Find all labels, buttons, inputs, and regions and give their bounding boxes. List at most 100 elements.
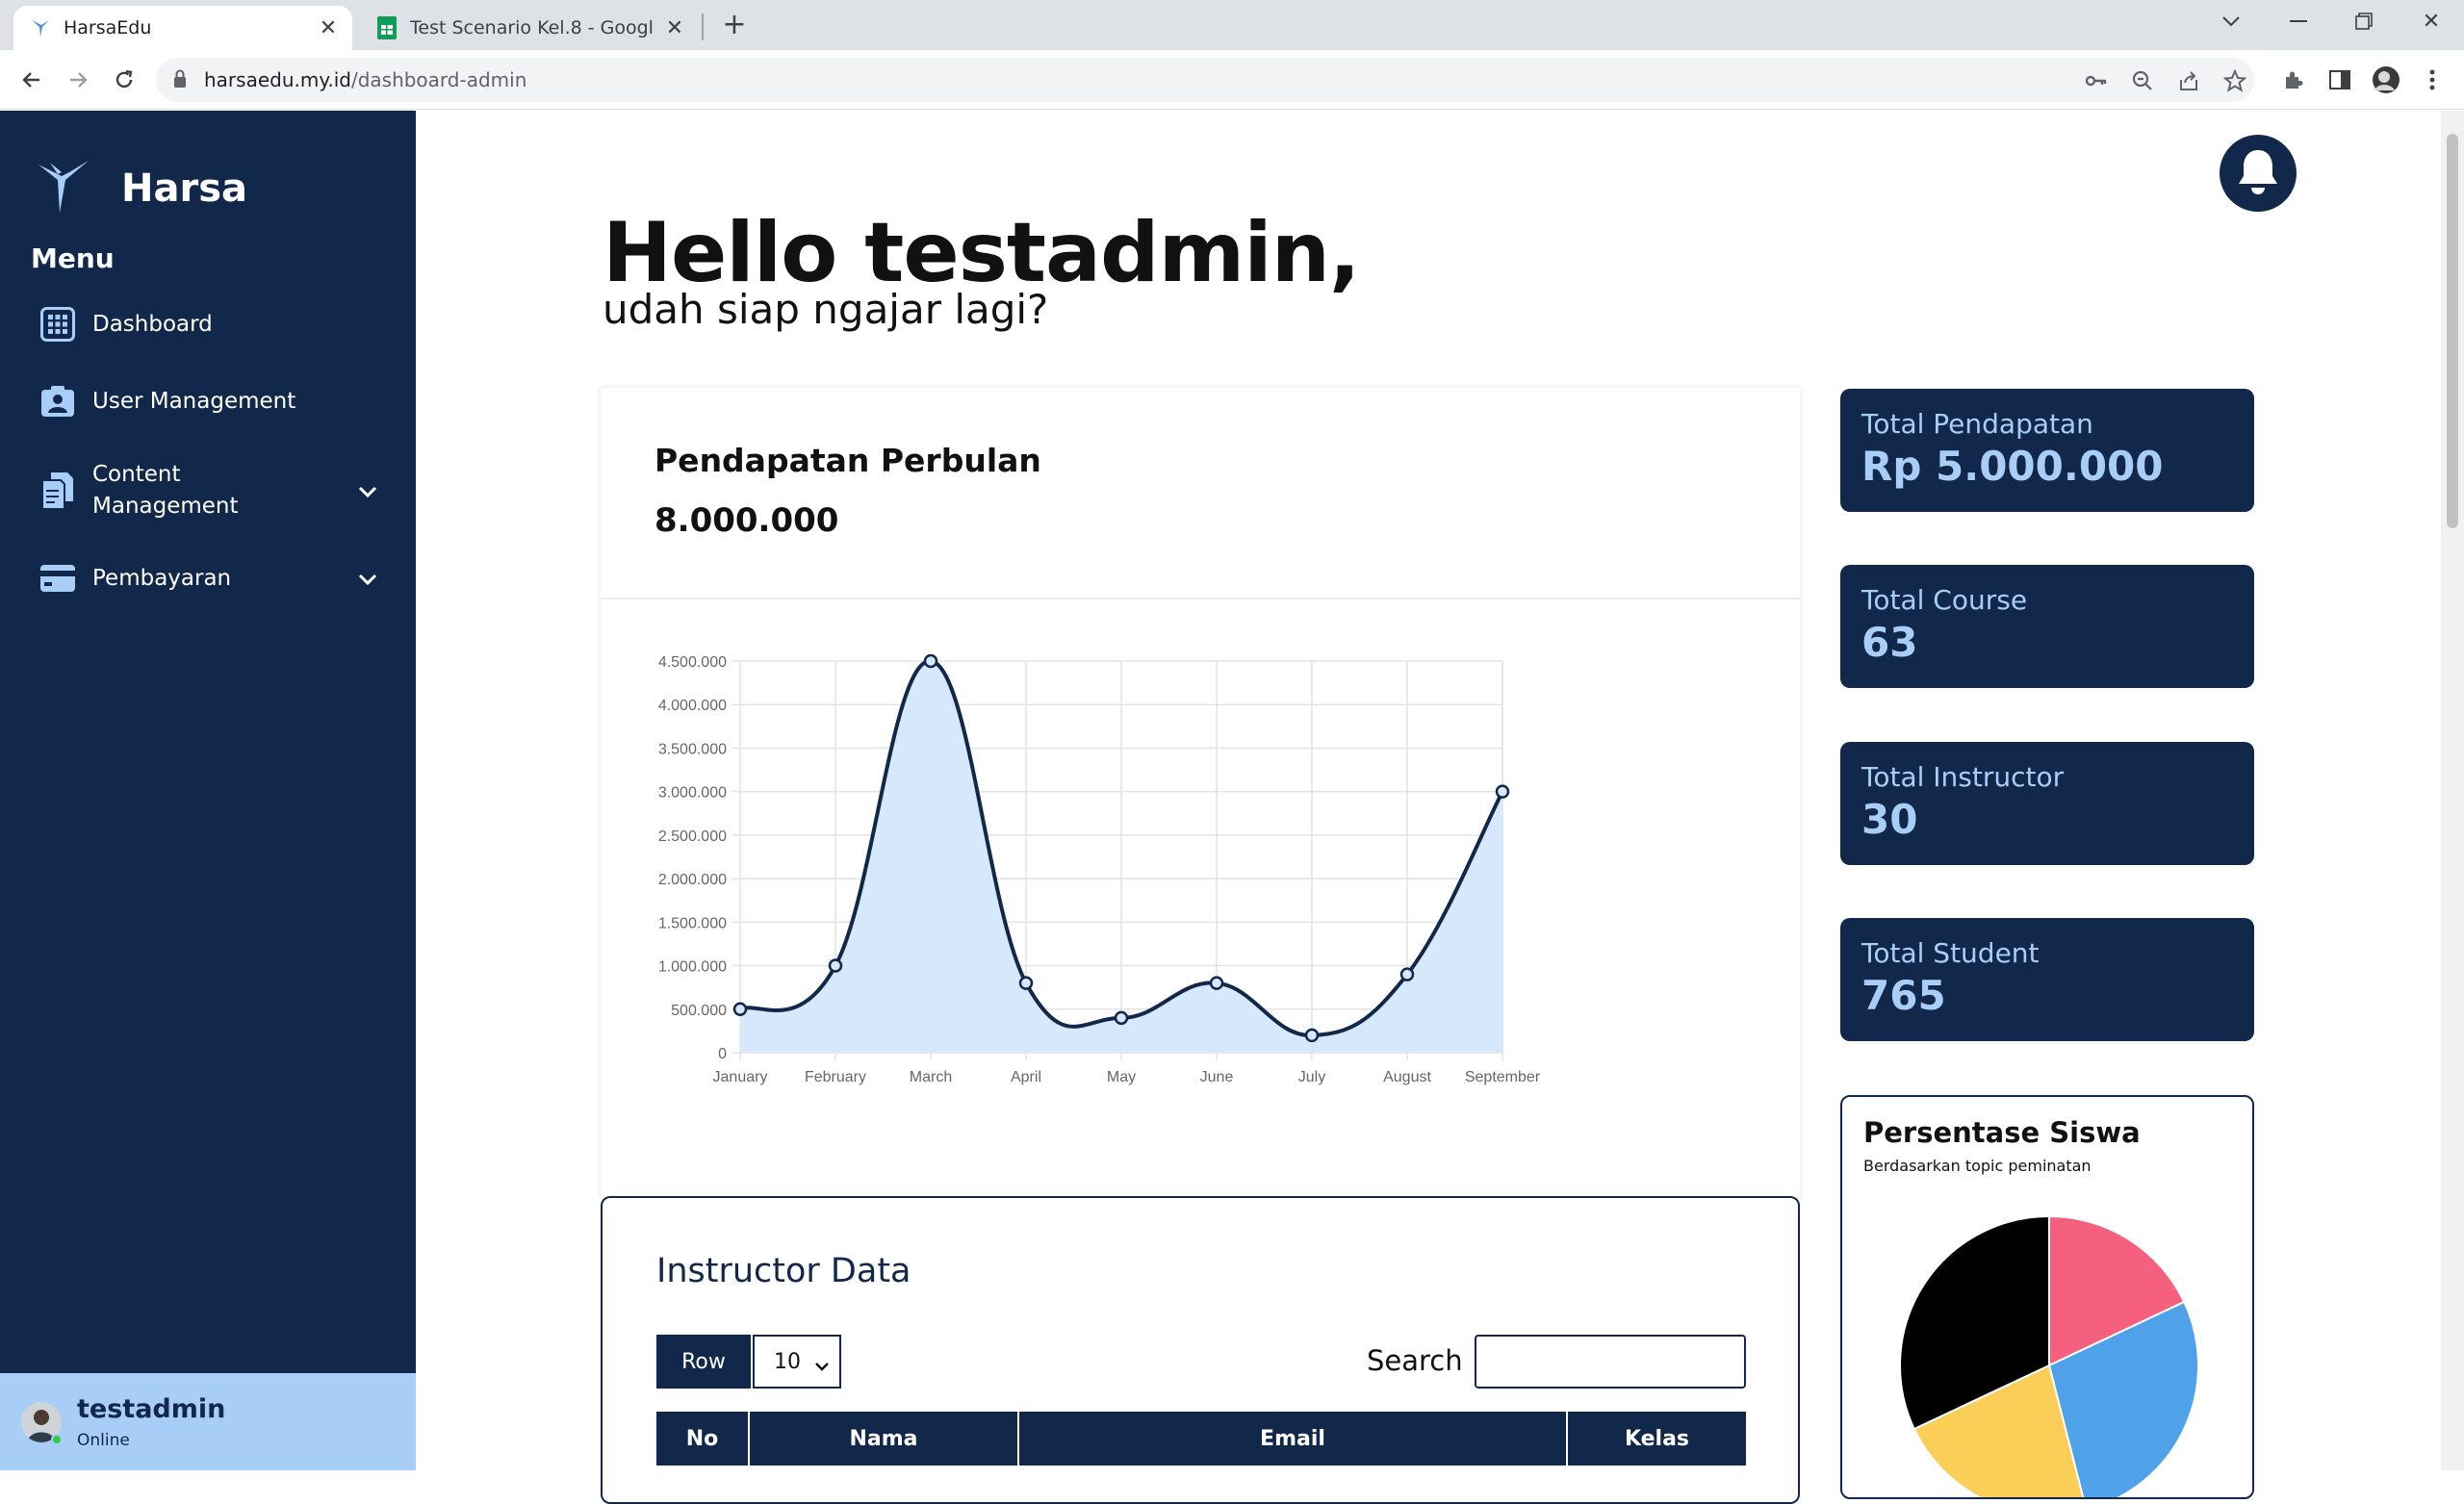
sheets-favicon-icon <box>375 16 398 39</box>
share-icon[interactable] <box>2175 67 2202 94</box>
sidebar-item-content-management[interactable]: Content Management <box>38 459 385 523</box>
notification-button[interactable] <box>2220 135 2297 212</box>
chart-y-tick-label: 3.500.000 <box>658 741 727 757</box>
row-button[interactable]: Row <box>656 1335 751 1389</box>
harsa-logo-icon <box>37 159 90 218</box>
income-value: 8.000.000 <box>654 501 839 540</box>
restore-icon[interactable] <box>2345 6 2383 37</box>
sidebar-item-user-management[interactable]: User Management <box>38 382 385 421</box>
documents-icon <box>38 472 77 510</box>
online-status-dot <box>51 1434 63 1445</box>
card-icon <box>38 559 77 598</box>
tab-spreadsheet[interactable]: Test Scenario Kel.8 - Google Spreadsheet… <box>360 6 699 50</box>
student-percentage-card: Persentase Siswa Berdasarkan topic pemin… <box>1840 1095 2254 1499</box>
chevron-down-icon <box>814 1353 830 1377</box>
back-icon[interactable] <box>15 64 48 96</box>
tab-title: HarsaEdu <box>64 17 152 38</box>
page-subtitle: udah siap ngajar lagi? <box>603 286 1049 333</box>
stat-card-total-pendapatan: Total Pendapatan Rp 5.000.000 <box>1840 389 2254 512</box>
chart-y-tick-label: 3.000.000 <box>658 785 727 802</box>
income-line-chart: 0 500.000 1.000.000 1.500.000 2.000.000 2.500… <box>658 653 1541 1085</box>
chevron-down-icon[interactable] <box>358 566 377 591</box>
chart-x-tick-label: August <box>1383 1069 1431 1085</box>
forward-icon[interactable] <box>62 64 94 96</box>
browser-menu-icon[interactable] <box>2416 64 2449 96</box>
sidebar-item-pembayaran[interactable]: Pembayaran <box>38 559 385 598</box>
bell-icon <box>2236 147 2280 199</box>
chart-x-tick-label: February <box>805 1069 866 1085</box>
chart-y-tick-label: 0 <box>718 1046 727 1062</box>
chart-data-point[interactable] <box>1495 784 1510 799</box>
new-tab-icon[interactable]: + <box>720 8 749 41</box>
chart-data-point[interactable] <box>828 958 843 973</box>
stat-label: Total Student <box>1861 937 2040 969</box>
chart-data-point[interactable] <box>1304 1028 1320 1043</box>
tab-title: Test Scenario Kel.8 - Google Spreadsheet… <box>410 17 654 38</box>
column-header-email[interactable]: Email <box>1017 1412 1567 1466</box>
sidebar: Harsa Menu Dashboard User Management Con… <box>0 111 416 1470</box>
tab-close-icon[interactable]: ✕ <box>316 15 341 40</box>
side-panel-icon[interactable] <box>2323 64 2356 96</box>
harsa-favicon-icon <box>29 16 52 39</box>
url-host: harsaedu.my.id <box>204 68 351 91</box>
brand[interactable]: Harsa <box>37 159 247 218</box>
bookmark-star-icon[interactable] <box>2221 67 2248 94</box>
brand-name: Harsa <box>121 166 247 211</box>
reload-icon[interactable] <box>108 64 141 96</box>
profile-avatar-icon[interactable] <box>2370 64 2402 96</box>
browser-tab-bar: HarsaEdu ✕ Test Scenario Kel.8 - Google … <box>0 0 2464 50</box>
stat-card-total-instructor: Total Instructor 30 <box>1840 742 2254 865</box>
minimize-icon[interactable] <box>2279 6 2318 37</box>
row-count-select[interactable]: 10 <box>753 1335 841 1389</box>
column-header-no[interactable]: No <box>656 1412 749 1466</box>
close-window-icon[interactable]: ✕ <box>2412 6 2451 37</box>
user-profile-box[interactable]: testadmin Online <box>0 1373 416 1470</box>
chart-data-point[interactable] <box>732 1002 748 1017</box>
chart-x-tick-label: March <box>910 1069 952 1085</box>
chart-y-tick-label: 500.000 <box>671 1003 727 1019</box>
sidebar-item-dashboard[interactable]: Dashboard <box>38 305 385 344</box>
column-header-nama[interactable]: Nama <box>748 1412 1018 1466</box>
stat-label: Total Pendapatan <box>1861 408 2093 440</box>
instructor-title: Instructor Data <box>656 1252 911 1290</box>
chart-y-tick-label: 2.500.000 <box>658 828 727 845</box>
chart-x-tick-label: April <box>1011 1069 1041 1085</box>
stat-card-total-course: Total Course 63 <box>1840 565 2254 688</box>
chart-y-tick-label: 2.000.000 <box>658 872 727 888</box>
income-title: Pendapatan Perbulan <box>654 442 1041 479</box>
page-content: Harsa Menu Dashboard User Management Con… <box>0 111 2464 1504</box>
chart-data-point[interactable] <box>1018 976 1034 990</box>
chart-x-tick-label: July <box>1298 1069 1325 1085</box>
chart-data-point[interactable] <box>1399 967 1415 981</box>
tab-search-chevron-icon[interactable] <box>2212 6 2250 37</box>
stat-value: 30 <box>1861 796 1918 843</box>
tab-harsaedu[interactable]: HarsaEdu ✕ <box>13 6 352 50</box>
chart-data-point[interactable] <box>1209 976 1224 990</box>
zoom-icon[interactable] <box>2129 67 2156 94</box>
column-header-kelas[interactable]: Kelas <box>1566 1412 1746 1466</box>
tab-close-icon[interactable]: ✕ <box>662 15 687 40</box>
lock-icon[interactable] <box>173 69 187 92</box>
income-card: Pendapatan Perbulan 8.000.000 0 500.000 1.… <box>601 388 1800 1198</box>
user-name: testadmin <box>77 1394 226 1424</box>
extensions-icon[interactable] <box>2277 64 2310 96</box>
address-bar[interactable]: harsaedu.my.id/dashboard-admin <box>156 58 2254 102</box>
search-input[interactable] <box>1475 1335 1746 1389</box>
chart-x-tick-label: January <box>713 1069 768 1085</box>
chart-data-point[interactable] <box>923 653 938 669</box>
row-count-value: 10 <box>774 1349 801 1374</box>
sidebar-item-label: Dashboard <box>92 311 213 337</box>
grid-icon <box>38 305 77 344</box>
key-icon[interactable] <box>2083 67 2110 94</box>
url-path: /dashboard-admin <box>350 68 527 91</box>
sidebar-item-label: Content Management <box>92 462 239 519</box>
table-header-row: No Nama Email Kelas <box>656 1412 1746 1466</box>
stat-label: Total Course <box>1861 584 2028 616</box>
page-scrollbar[interactable] <box>2441 111 2464 1470</box>
menu-heading: Menu <box>31 242 115 274</box>
chart-y-tick-label: 1.000.000 <box>658 959 727 976</box>
chevron-down-icon[interactable] <box>358 478 377 503</box>
chart-data-point[interactable] <box>1114 1010 1129 1026</box>
scrollbar-thumb[interactable] <box>2447 134 2458 528</box>
user-card-icon <box>38 382 77 421</box>
